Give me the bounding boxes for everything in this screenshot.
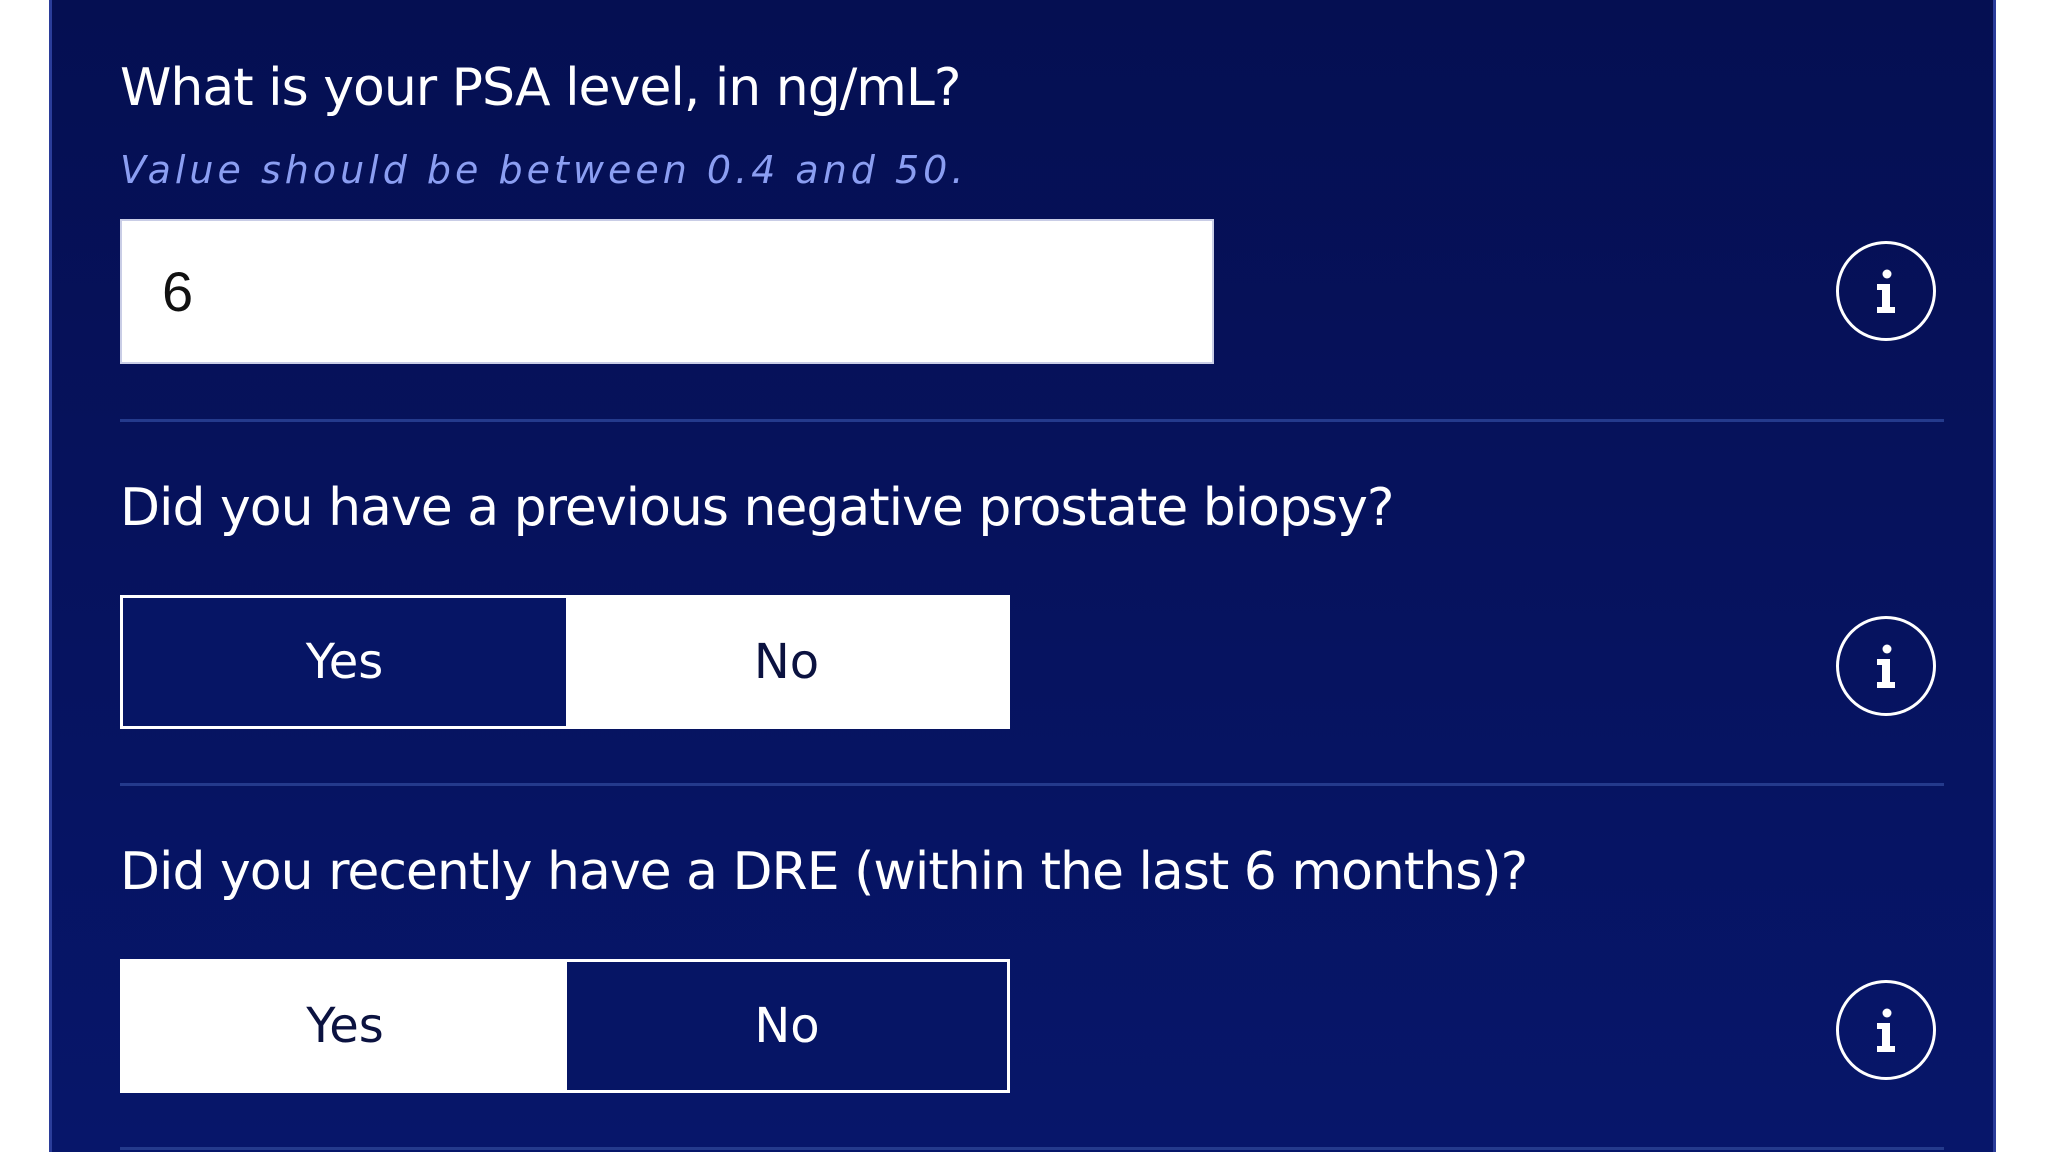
biopsy-toggle: Yes No [120, 595, 1010, 729]
biopsy-info-button[interactable] [1836, 616, 1936, 716]
biopsy-yes-option[interactable]: Yes [123, 598, 566, 726]
psa-question-section: What is your PSA level, in ng/mL? Value … [120, 0, 1944, 420]
info-icon [1877, 269, 1895, 313]
dre-info-button[interactable] [1836, 980, 1936, 1080]
dre-question-label: Did you recently have a DRE (within the … [120, 842, 1528, 902]
psa-value-hint: Value should be between 0.4 and 50. [120, 148, 968, 192]
biopsy-question-label: Did you have a previous negative prostat… [120, 478, 1394, 538]
dre-yes-option[interactable]: Yes [123, 962, 567, 1090]
psa-level-input[interactable] [120, 219, 1214, 364]
questionnaire-panel: What is your PSA level, in ng/mL? Value … [49, 0, 1996, 1152]
biopsy-no-option[interactable]: No [566, 598, 1007, 726]
info-icon [1877, 1008, 1895, 1052]
dre-question-section: Did you recently have a DRE (within the … [120, 784, 1944, 1148]
psa-question-label: What is your PSA level, in ng/mL? [120, 58, 961, 118]
section-divider [120, 1147, 1944, 1150]
psa-info-button[interactable] [1836, 241, 1936, 341]
info-icon [1877, 644, 1895, 688]
biopsy-question-section: Did you have a previous negative prostat… [120, 420, 1944, 784]
dre-no-option[interactable]: No [567, 962, 1007, 1090]
dre-toggle: Yes No [120, 959, 1010, 1093]
